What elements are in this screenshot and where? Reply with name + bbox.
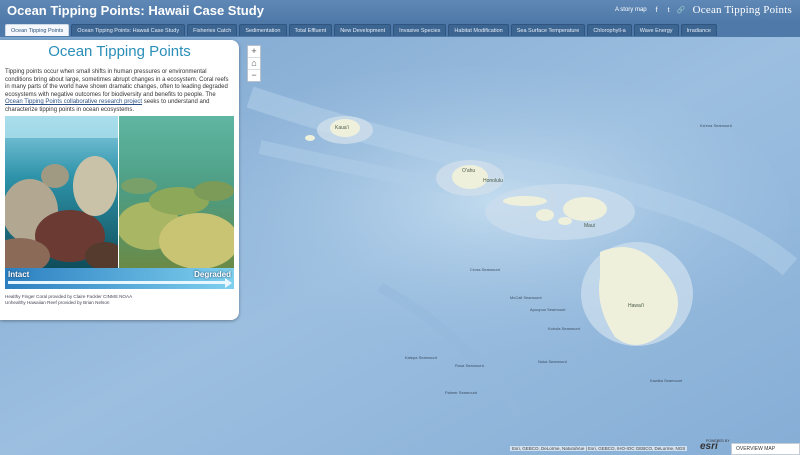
tab-fisheries-catch[interactable]: Fisheries Catch (187, 24, 238, 36)
seamount-label: Ka'ena Seamount (700, 123, 733, 128)
tab-bar: Ocean Tipping Points Ocean Tipping Points… (0, 22, 800, 37)
home-button[interactable]: ⌂ (248, 58, 260, 70)
header-right: A story map f t 🔗 Ocean Tipping Points (615, 4, 792, 16)
esri-logo[interactable]: esri (700, 441, 718, 452)
island-label-maui: Maui (584, 223, 595, 229)
seamount-label: Kohola Seamount (548, 326, 581, 331)
photo-credit: Unhealthy Hawaiian Reef provided by Bria… (5, 300, 110, 305)
seamount-label: Palmer Seamount (445, 390, 478, 395)
app-header: Ocean Tipping Points: Hawaii Case Study … (0, 0, 800, 23)
island-maui (563, 197, 607, 221)
app-title: Ocean Tipping Points: Hawaii Case Study (7, 3, 264, 18)
seamount-label: Kalepa Seamount (405, 355, 438, 360)
panel-description: Tipping points occur when small shifts i… (5, 69, 234, 115)
link-icon[interactable]: 🔗 (677, 6, 686, 14)
seamount-label: Kawika Seamount (650, 378, 683, 383)
tab-new-development[interactable]: New Development (334, 24, 392, 36)
zoom-controls: + ⌂ − (247, 45, 261, 82)
tab-sea-surface-temperature[interactable]: Sea Surface Temperature (510, 24, 586, 36)
side-panel: Ocean Tipping Points Tipping points occu… (0, 40, 239, 320)
tab-chlorophyll-a[interactable]: Chlorophyll-a (587, 24, 632, 36)
tab-sedimentation[interactable]: Sedimentation (239, 24, 287, 36)
tab-irradiance[interactable]: Irradiance (680, 24, 717, 36)
tab-wave-energy[interactable]: Wave Energy (633, 24, 679, 36)
tab-total-effluent[interactable]: Total Effluent (288, 24, 333, 36)
intact-reef-photo (5, 116, 118, 268)
facebook-icon[interactable]: f (653, 7, 661, 14)
arrow-right-icon (225, 278, 232, 288)
photo-credits: Healthy Finger Coral provided by Claire … (5, 294, 132, 306)
zoom-out-button[interactable]: − (248, 70, 260, 81)
map-attribution: Esri, GEBCO, DeLorme, NaturalVue | Esri,… (510, 446, 688, 451)
panel-text: Tipping points occur when small shifts i… (5, 69, 229, 98)
brand-logo[interactable]: Ocean Tipping Points (693, 4, 792, 16)
island-label-oahu: O'ahu (462, 168, 475, 174)
research-project-link[interactable]: Ocean Tipping Points collaborative resea… (5, 99, 142, 105)
intact-label: Intact (8, 270, 30, 279)
tab-ocean-tipping-points-hawaii-case-study[interactable]: Ocean Tipping Points: Hawaii Case Study (71, 24, 186, 36)
island-label-honolulu: Honolulu (483, 178, 503, 184)
intact-degraded-scale: Intact Degraded (5, 268, 234, 289)
zoom-in-button[interactable]: + (248, 46, 260, 58)
reef-comparison-image: Intact Degraded (5, 116, 234, 291)
seamount-label: Apuupuu Seamount (530, 307, 566, 312)
tab-invasive-species[interactable]: Invasive Species (393, 24, 447, 36)
tab-ocean-tipping-points[interactable]: Ocean Tipping Points (5, 24, 70, 36)
degraded-reef-photo (119, 116, 234, 268)
seamount-label: Nuka Seamount (538, 359, 568, 364)
seamount-label: Rosa Seamount (455, 363, 485, 368)
scale-arrow-line (8, 281, 228, 284)
panel-title: Ocean Tipping Points (48, 43, 191, 60)
seamount-label: McCall Seamount (510, 295, 542, 300)
seamount-label: Cross Seamount (470, 267, 501, 272)
story-map-link[interactable]: A story map (615, 7, 647, 13)
twitter-icon[interactable]: t (665, 7, 673, 14)
island-label-kauai: Kaua'i (335, 125, 349, 131)
island-label-hawaii: Hawai'i (628, 303, 644, 309)
tab-list: Ocean Tipping Points Ocean Tipping Points… (5, 24, 717, 36)
tab-habitat-modification[interactable]: Habitat Modification (448, 24, 509, 36)
overview-map-button[interactable]: OVERVIEW MAP (731, 443, 800, 455)
